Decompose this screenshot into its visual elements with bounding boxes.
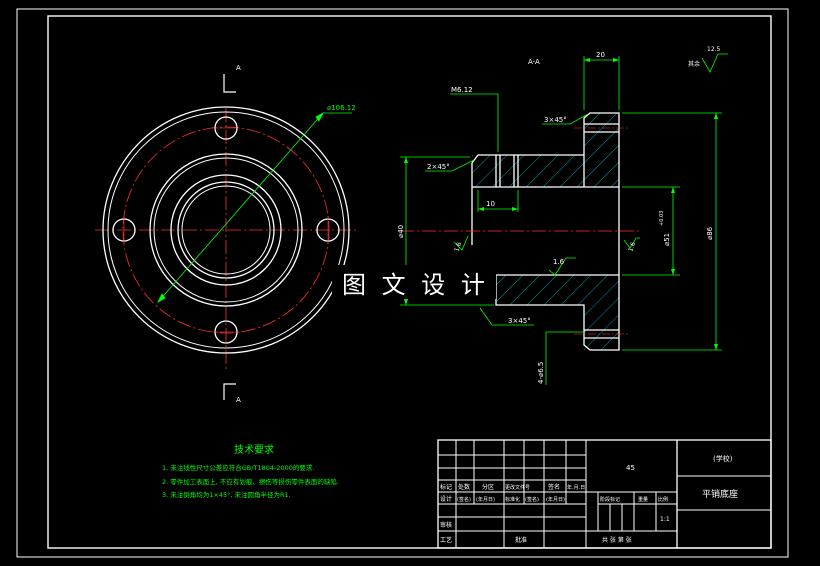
tb-h-approve: 批准: [515, 536, 527, 544]
thread-dim-text: M6.12: [451, 86, 473, 94]
bolt-circle-dim-text: ⌀106.12: [327, 104, 356, 112]
roughness-general-value: 12.5: [707, 46, 721, 53]
section-view-title: A-A: [528, 58, 540, 66]
bore-tol-text: +0.03: [659, 211, 665, 226]
tb-material: 45: [626, 464, 635, 472]
width-dim-text: 20: [596, 51, 605, 59]
tb-h-process: 工艺: [440, 536, 452, 544]
tb-h-stage: 阶段标记: [600, 496, 620, 503]
holes-dim-text: 4-⌀6.5: [537, 362, 545, 384]
tb-part-name: 平销底座: [702, 488, 738, 500]
length-dim-text: 10: [486, 200, 495, 208]
watermark: 图 文 设 计: [342, 271, 489, 299]
tb-h-count: 处数: [458, 483, 470, 491]
tb-h-sign: 签名: [548, 483, 560, 491]
tb-v-sign1: (签名): [457, 496, 471, 503]
tb-h-std: 标准化: [505, 496, 520, 503]
dia-outer-text: ⌀86: [706, 226, 714, 240]
bore-dim-text: ⌀51: [663, 233, 671, 246]
tb-h-date: 年.月.日: [567, 484, 585, 491]
cad-drawing: A A ⌀106.12 A-A 20 M6.12 3×45° 2×45° 10 …: [0, 0, 820, 566]
tb-h-ratio: 比例: [658, 496, 668, 503]
watermark-group: 图 文 设 计: [332, 265, 496, 299]
tb-v-date2: (年月日): [546, 496, 565, 503]
section-label-top: A: [236, 64, 241, 72]
section-label-bottom: A: [236, 396, 241, 404]
tb-scale: 1:1: [660, 516, 670, 523]
tb-school: (学校): [713, 454, 733, 463]
tb-h-docno: 更改文件号: [505, 484, 530, 491]
chamfer-bottom-text: 3×45°: [508, 317, 531, 325]
tb-h-zone: 分区: [482, 483, 494, 491]
dia-left-text: ⌀40: [397, 225, 405, 238]
note-item-2: 2. 零件加工表面上, 不应有划痕、擦伤等损伤零件表面的缺陷.: [162, 477, 339, 486]
notes-heading: 技术要求: [234, 443, 274, 456]
tb-v-sign2: (签名): [525, 496, 539, 503]
tb-h-mark: 标记: [440, 483, 452, 491]
tb-h-check: 审核: [440, 521, 452, 529]
note-item-3: 3. 未注倒角均为1×45°, 未注圆角半径为R1.: [162, 490, 291, 499]
chamfer-left-text: 2×45°: [427, 163, 450, 171]
tb-sheet: 共 张 第 张: [602, 536, 632, 544]
tb-h-weight: 重量: [638, 496, 648, 503]
tb-v-date1: (年月日): [476, 496, 495, 503]
tb-h-design: 设计: [440, 495, 452, 503]
roughness-mid-text: 1.6: [553, 258, 565, 266]
note-item-1: 1. 未注线性尺寸公差应符合GB/T1804-2000的要求.: [162, 463, 314, 472]
chamfer-top-text: 3×45°: [544, 116, 567, 124]
roughness-general-label: 其余: [688, 60, 700, 68]
